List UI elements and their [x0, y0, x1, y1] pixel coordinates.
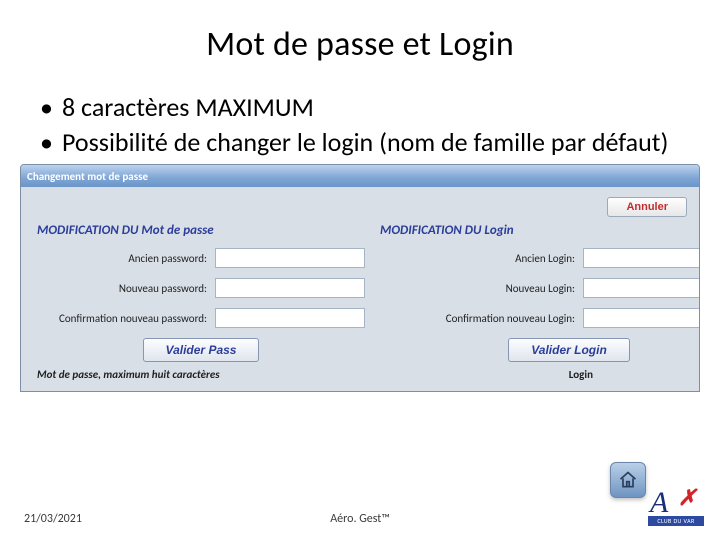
slide-footer: Aéro. Gest™: [330, 512, 390, 526]
app-window: Changement mot de passe Annuler MODIFICA…: [20, 164, 700, 392]
section-header-password: MODIFICATION DU Mot de passe: [37, 223, 340, 238]
password-column: Ancien password: Nouveau password: Confi…: [37, 248, 365, 368]
bullet-list: 8 caractères MAXIMUM Possibilité de chan…: [40, 91, 680, 158]
new-login-input[interactable]: [583, 278, 700, 298]
login-column: Ancien Login: Nouveau Login: Confirmatio…: [405, 248, 700, 368]
window-body: Annuler MODIFICATION DU Mot de passe MOD…: [21, 187, 699, 391]
confirm-password-input[interactable]: [215, 308, 365, 328]
login-hint: Login: [315, 368, 683, 381]
password-hint: Mot de passe, maximum huit caractères: [37, 368, 315, 381]
logo-bar: CLUB DU VAR: [648, 516, 704, 526]
old-password-label: Ancien password:: [37, 252, 207, 265]
slide-date: 21/03/2021: [24, 512, 82, 526]
slide-title: Mot de passe et Login: [40, 24, 680, 65]
confirm-login-label: Confirmation nouveau Login:: [405, 312, 575, 325]
confirm-login-input[interactable]: [583, 308, 700, 328]
validate-login-button[interactable]: Valider Login: [508, 338, 630, 362]
window-titlebar: Changement mot de passe: [21, 165, 699, 187]
home-icon[interactable]: [610, 462, 646, 498]
section-header-login: MODIFICATION DU Login: [380, 223, 683, 238]
logo-letter-a: A: [650, 486, 668, 520]
club-logo: A ✗ CLUB DU VAR: [648, 488, 704, 530]
validate-password-button[interactable]: Valider Pass: [143, 338, 260, 362]
logo-letter-x: ✗: [678, 484, 696, 511]
bullet-item: 8 caractères MAXIMUM: [40, 91, 680, 124]
confirm-password-label: Confirmation nouveau password:: [37, 312, 207, 325]
new-password-input[interactable]: [215, 278, 365, 298]
new-password-label: Nouveau password:: [37, 282, 207, 295]
cancel-button[interactable]: Annuler: [607, 197, 687, 217]
old-login-label: Ancien Login:: [405, 252, 575, 265]
old-login-input[interactable]: [583, 248, 700, 268]
new-login-label: Nouveau Login:: [405, 282, 575, 295]
old-password-input[interactable]: [215, 248, 365, 268]
window-title: Changement mot de passe: [27, 170, 148, 183]
bullet-item: Possibilité de changer le login (nom de …: [40, 126, 680, 159]
